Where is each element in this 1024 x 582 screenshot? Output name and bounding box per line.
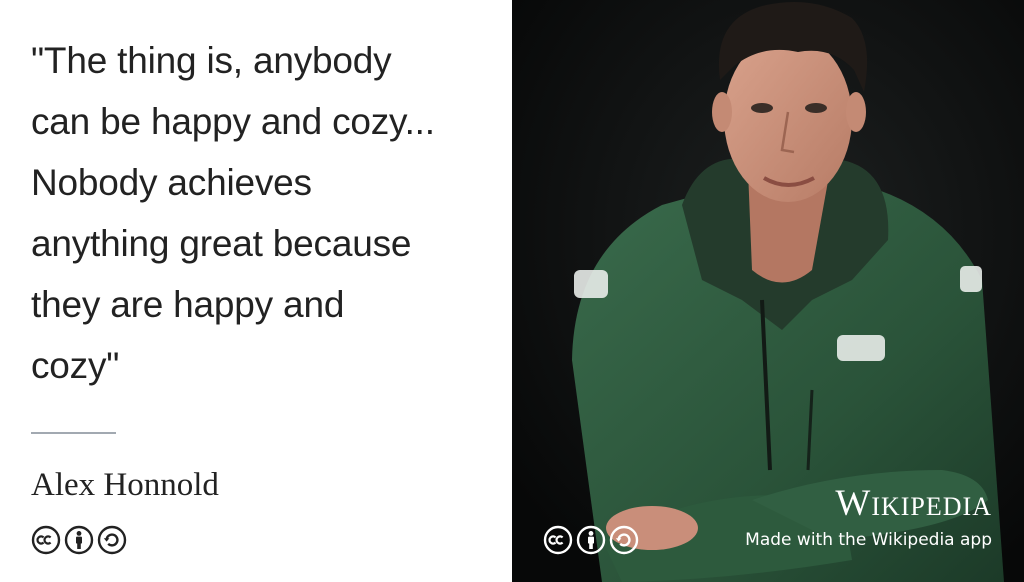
- quote-line: anything great because: [31, 223, 412, 264]
- author-name: Alex Honnold: [31, 467, 219, 503]
- attribution-icon: [576, 525, 606, 555]
- quote-line: they are happy and: [31, 284, 345, 325]
- logo-shoulder-left: [574, 270, 608, 298]
- quote-line: can be happy and cozy...: [31, 101, 435, 142]
- license-icons: [31, 525, 127, 555]
- logo-shoulder-right: [960, 266, 982, 292]
- eye-left: [751, 103, 773, 113]
- divider: [31, 432, 116, 434]
- quote-line: Nobody achieves: [31, 162, 312, 203]
- ear-right: [846, 92, 866, 132]
- eye-right: [805, 103, 827, 113]
- ear-left: [712, 92, 732, 132]
- quote-line: cozy": [31, 345, 120, 386]
- quote-panel: "The thing is, anybody can be happy and …: [0, 0, 512, 582]
- quote-line: "The thing is, anybody: [31, 40, 392, 81]
- share-alike-icon: [97, 525, 127, 555]
- logo-chest: [837, 335, 885, 361]
- attribution-icon: [64, 525, 94, 555]
- photo-panel: Wikipedia Made with the Wikipedia app: [512, 0, 1024, 582]
- share-alike-icon: [609, 525, 639, 555]
- creative-commons-icon: [543, 525, 573, 555]
- license-icons-overlay: [543, 525, 639, 555]
- creative-commons-icon: [31, 525, 61, 555]
- made-with-tagline: Made with the Wikipedia app: [745, 530, 992, 550]
- quote-text: "The thing is, anybody can be happy and …: [31, 30, 491, 396]
- quote-card: "The thing is, anybody can be happy and …: [0, 0, 1024, 582]
- wikipedia-wordmark: Wikipedia: [835, 483, 992, 524]
